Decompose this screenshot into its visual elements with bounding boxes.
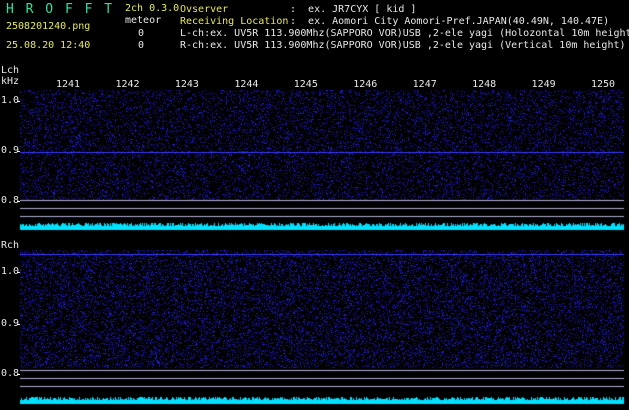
freq-tick-label: 1245 [293,79,318,90]
count-rch: 0 [138,40,145,51]
freq-tick-label: 1247 [412,79,437,90]
freq-tick-label: 1249 [531,79,556,90]
lch-description: L-ch:ex. UV5R 113.900Mhz(SAPPORO VOR)USB… [180,28,629,39]
freq-tick-label: 1250 [591,79,616,90]
lch-spectrogram [0,90,629,232]
observer-value: : ex. JR7CYX [ kid ] [290,4,417,15]
location-value: : ex. Aomori City Aomori-Pref.JAPAN(40.4… [290,16,610,27]
rch-description: R-ch:ex. UV5R 113.900Mhz(SAPPORO VOR)USB… [180,40,626,51]
rch-spectrogram [0,250,629,408]
freq-tick-label: 1242 [115,79,140,90]
freq-tick-label: 1244 [234,79,259,90]
filename: 2508201240.png [6,21,91,32]
khz-label: kHz [1,76,20,87]
freq-tick-label: 1248 [472,79,497,90]
count-lch: 0 [138,28,145,39]
lch-label: Lch [1,65,20,76]
location-label: Receiving Location [180,16,289,27]
freq-tick-label: 1241 [56,79,81,90]
mode-label: meteor [125,15,162,26]
datetime: 25.08.20 12:40 [6,40,91,51]
freq-tick-label: 1246 [353,79,378,90]
app-title: H R O F F T [6,2,115,17]
observer-label: Ovserver [180,4,229,15]
channel-version: 2ch 0.3.0 [125,3,180,14]
freq-tick-label: 1243 [174,79,199,90]
